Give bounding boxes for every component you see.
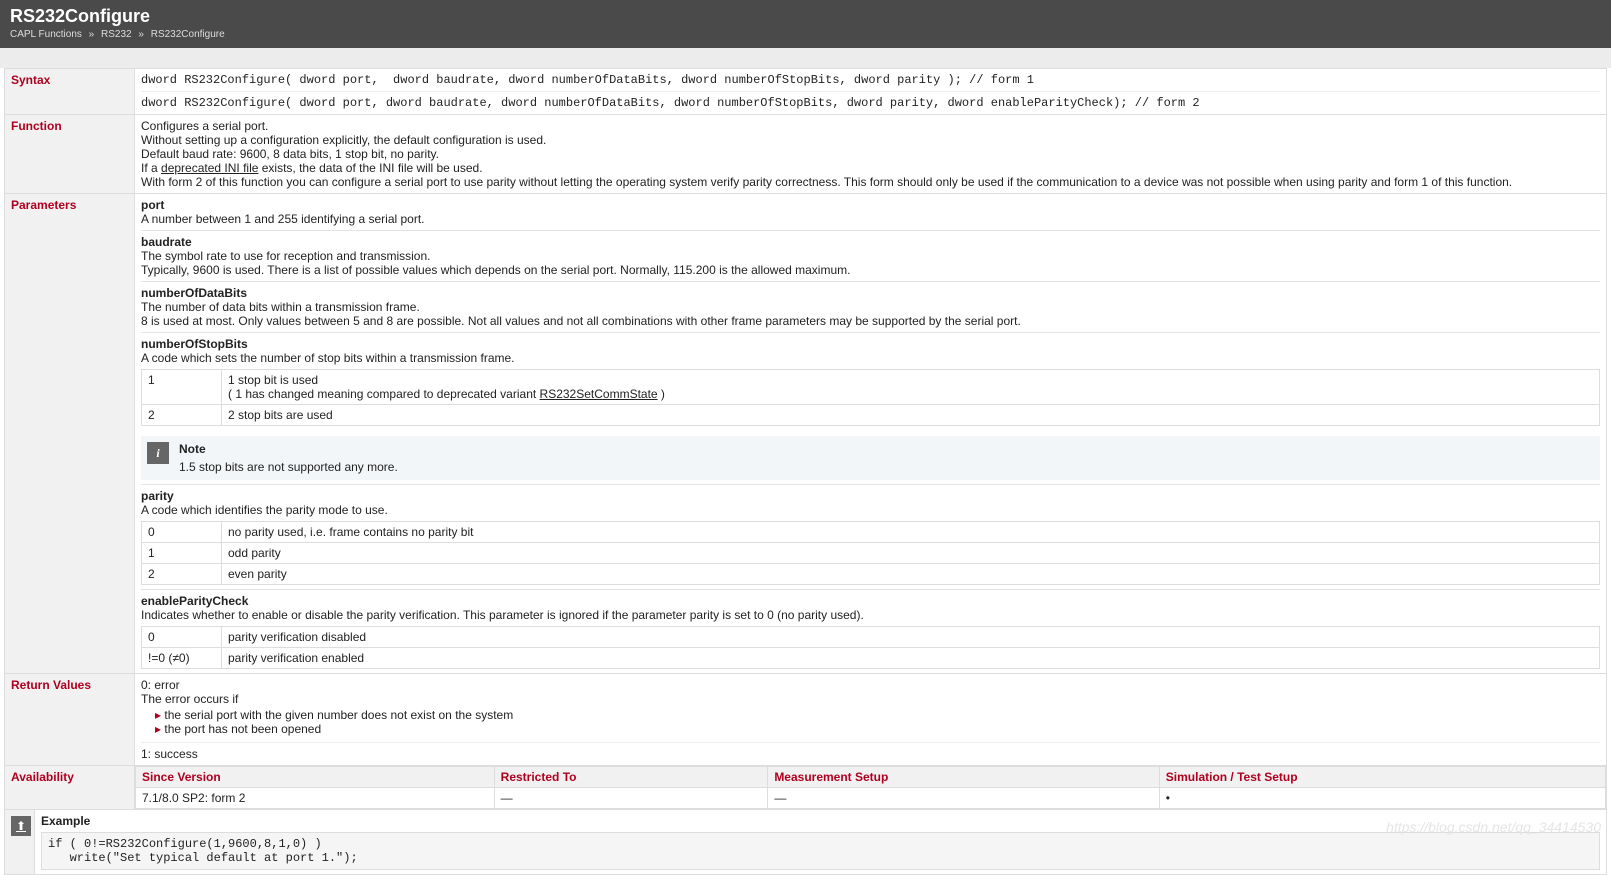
parameters-cell: port A number between 1 and 255 identify… xyxy=(135,194,1607,674)
function-line: Default baud rate: 9600, 8 data bits, 1 … xyxy=(141,147,1600,161)
cell-val: 1 stop bit is used ( 1 has changed meani… xyxy=(222,370,1600,405)
param-name: baudrate xyxy=(141,235,1600,249)
breadcrumb-link-0[interactable]: CAPL Functions xyxy=(10,29,82,40)
table-row: 0parity verification disabled xyxy=(142,627,1600,648)
row-label-function: Function xyxy=(5,115,135,194)
return-line: 0: error xyxy=(141,678,1600,692)
list-item: the serial port with the given number do… xyxy=(155,708,1600,722)
parity-table: 0no parity used, i.e. frame contains no … xyxy=(141,521,1600,585)
return-line: The error occurs if xyxy=(141,692,1600,706)
breadcrumb-link-1[interactable]: RS232 xyxy=(101,29,132,40)
cell-key: 1 xyxy=(142,543,222,564)
note-body: 1.5 stop bits are not supported any more… xyxy=(179,460,398,474)
example-cell: Example if ( 0!=RS232Configure(1,9600,8,… xyxy=(35,810,1607,875)
table-row: 1odd parity xyxy=(142,543,1600,564)
param-databits: numberOfDataBits The number of data bits… xyxy=(141,281,1600,328)
cell-val: parity verification enabled xyxy=(222,648,1600,669)
cell-since: 7.1/8.0 SP2: form 2 xyxy=(136,788,495,809)
link-deprecated-ini[interactable]: deprecated INI file xyxy=(161,161,258,175)
cell-measurement: — xyxy=(768,788,1159,809)
param-baudrate: baudrate The symbol rate to use for rece… xyxy=(141,230,1600,277)
param-stopbits: numberOfStopBits A code which sets the n… xyxy=(141,332,1600,480)
cell-simulation: • xyxy=(1159,788,1605,809)
breadcrumb: CAPL Functions » RS232 » RS232Configure xyxy=(10,29,1601,40)
param-port: port A number between 1 and 255 identify… xyxy=(141,198,1600,226)
breadcrumb-current: RS232Configure xyxy=(151,29,225,40)
return-reasons: the serial port with the given number do… xyxy=(141,708,1600,736)
breadcrumb-sep: » xyxy=(89,29,95,40)
param-desc: A code which identifies the parity mode … xyxy=(141,503,1600,517)
cell-key: !=0 (≠0) xyxy=(142,648,222,669)
function-cell: Configures a serial port. Without settin… xyxy=(135,115,1607,194)
page-title: RS232Configure xyxy=(10,6,1601,27)
cell-restricted: — xyxy=(494,788,768,809)
function-line: Configures a serial port. xyxy=(141,119,1600,133)
param-desc: Indicates whether to enable or disable t… xyxy=(141,608,1600,622)
back-to-top-cell: ⬆ xyxy=(5,810,35,875)
param-desc: A number between 1 and 255 identifying a… xyxy=(141,212,1600,226)
cell-key: 2 xyxy=(142,564,222,585)
param-desc: 8 is used at most. Only values between 5… xyxy=(141,314,1600,328)
function-line: If a deprecated INI file exists, the dat… xyxy=(141,161,1600,175)
link-rs232setcommstate[interactable]: RS232SetCommState xyxy=(540,387,658,401)
note-title: Note xyxy=(179,442,398,456)
returns-cell: 0: error The error occurs if the serial … xyxy=(135,674,1607,766)
example-label: Example xyxy=(41,814,1600,828)
param-desc: The number of data bits within a transmi… xyxy=(141,300,1600,314)
param-desc: Typically, 9600 is used. There is a list… xyxy=(141,263,1600,277)
cell-key: 1 xyxy=(142,370,222,405)
table-row: 7.1/8.0 SP2: form 2 — — • xyxy=(136,788,1606,809)
table-row: !=0 (≠0)parity verification enabled xyxy=(142,648,1600,669)
page-header: RS232Configure CAPL Functions » RS232 » … xyxy=(0,0,1611,48)
syntax-form2: dword RS232Configure( dword port, dword … xyxy=(141,91,1600,110)
back-to-top-icon[interactable]: ⬆ xyxy=(11,816,31,836)
param-name: enableParityCheck xyxy=(141,594,1600,608)
cell-val: odd parity xyxy=(222,543,1600,564)
param-name: port xyxy=(141,198,1600,212)
row-label-availability: Availability xyxy=(5,766,135,810)
return-line: 1: success xyxy=(141,742,1600,761)
param-name: numberOfStopBits xyxy=(141,337,1600,351)
function-line: With form 2 of this function you can con… xyxy=(141,175,1600,189)
cell-val: no parity used, i.e. frame contains no p… xyxy=(222,522,1600,543)
row-label-parameters: Parameters xyxy=(5,194,135,674)
availability-table: Since Version Restricted To Measurement … xyxy=(135,766,1606,809)
function-line: Without setting up a configuration expli… xyxy=(141,133,1600,147)
doc-table: Syntax dword RS232Configure( dword port,… xyxy=(4,68,1607,875)
availability-cell: Since Version Restricted To Measurement … xyxy=(135,766,1607,810)
param-desc: A code which sets the number of stop bit… xyxy=(141,351,1600,365)
col-measurement: Measurement Setup xyxy=(768,767,1159,788)
cell-val: 2 stop bits are used xyxy=(222,405,1600,426)
row-label-syntax: Syntax xyxy=(5,69,135,115)
list-item: the port has not been opened xyxy=(155,722,1600,736)
cell-val: even parity xyxy=(222,564,1600,585)
info-icon: i xyxy=(147,442,169,464)
param-name: parity xyxy=(141,489,1600,503)
cell-val: parity verification disabled xyxy=(222,627,1600,648)
breadcrumb-sep: » xyxy=(138,29,144,40)
syntax-form1: dword RS232Configure( dword port, dword … xyxy=(141,73,1600,87)
syntax-cell: dword RS232Configure( dword port, dword … xyxy=(135,69,1607,115)
param-name: numberOfDataBits xyxy=(141,286,1600,300)
param-desc: The symbol rate to use for reception and… xyxy=(141,249,1600,263)
header-spacer xyxy=(0,48,1611,68)
stopbits-table: 1 1 stop bit is used ( 1 has changed mea… xyxy=(141,369,1600,426)
row-label-returns: Return Values xyxy=(5,674,135,766)
table-row: 0no parity used, i.e. frame contains no … xyxy=(142,522,1600,543)
note-box: i Note 1.5 stop bits are not supported a… xyxy=(141,436,1600,480)
table-header-row: Since Version Restricted To Measurement … xyxy=(136,767,1606,788)
col-restricted: Restricted To xyxy=(494,767,768,788)
table-row: 1 1 stop bit is used ( 1 has changed mea… xyxy=(142,370,1600,405)
param-enablepc: enableParityCheck Indicates whether to e… xyxy=(141,589,1600,669)
param-parity: parity A code which identifies the parit… xyxy=(141,484,1600,585)
example-code: if ( 0!=RS232Configure(1,9600,8,1,0) ) w… xyxy=(41,832,1600,870)
cell-key: 2 xyxy=(142,405,222,426)
col-simulation: Simulation / Test Setup xyxy=(1159,767,1605,788)
cell-key: 0 xyxy=(142,522,222,543)
table-row: 2 2 stop bits are used xyxy=(142,405,1600,426)
table-row: 2even parity xyxy=(142,564,1600,585)
enablepc-table: 0parity verification disabled !=0 (≠0)pa… xyxy=(141,626,1600,669)
cell-key: 0 xyxy=(142,627,222,648)
col-since: Since Version xyxy=(136,767,495,788)
